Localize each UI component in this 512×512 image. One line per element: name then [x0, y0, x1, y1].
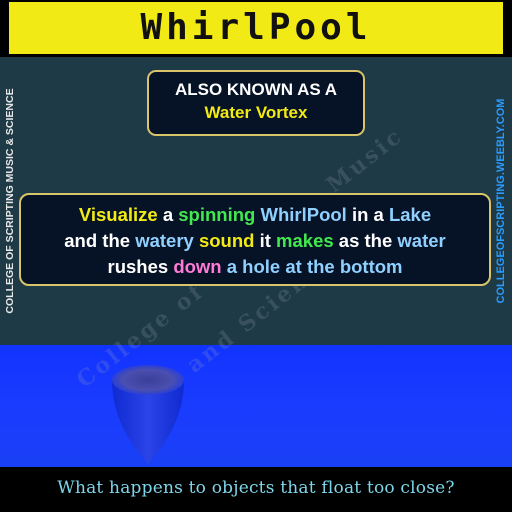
- description-segment: it: [259, 230, 277, 251]
- description-line-2: and the watery sound it makes as the wat…: [21, 228, 489, 254]
- description-segment: as the: [338, 230, 398, 251]
- footer-bar: What happens to objects that float too c…: [0, 467, 512, 512]
- water-area: [0, 345, 512, 467]
- description-segment: a: [162, 204, 179, 225]
- description-segment: WhirlPool: [260, 204, 352, 225]
- description-segment: rushes: [107, 256, 174, 277]
- side-caption-right: COLLEGEOFSCRIPTING.WEEBLY.COM: [492, 57, 510, 345]
- description-segment: and the: [64, 230, 136, 251]
- description-segment: watery: [135, 230, 199, 251]
- footer-question: What happens to objects that float too c…: [57, 478, 455, 498]
- header-bar: WhirlPool: [0, 0, 512, 57]
- side-caption-right-text: COLLEGEOFSCRIPTING.WEEBLY.COM: [495, 98, 507, 304]
- description-segment: water: [397, 230, 446, 251]
- aka-box: ALSO KNOWN AS A Water Vortex: [147, 70, 365, 136]
- side-caption-left-text: COLLEGE OF SCRIPTING MUSIC & SCIENCE: [4, 88, 16, 314]
- description-segment: a hole at the bottom: [226, 256, 403, 277]
- description-segment: down: [173, 256, 227, 277]
- description-line-1: Visualize a spinning WhirlPool in a Lake: [21, 202, 489, 228]
- description-box: Visualize a spinning WhirlPool in a Lake…: [19, 193, 491, 286]
- description-segment: Lake: [388, 204, 432, 225]
- description-segment: Visualize: [78, 204, 163, 225]
- aka-value: Water Vortex: [204, 103, 308, 122]
- description-segment: sound: [198, 230, 260, 251]
- description-line-3: rushes down a hole at the bottom: [21, 254, 489, 280]
- page-title: WhirlPool: [140, 7, 372, 48]
- title-banner: WhirlPool: [9, 2, 503, 54]
- side-caption-left: COLLEGE OF SCRIPTING MUSIC & SCIENCE: [1, 57, 19, 345]
- aka-label: ALSO KNOWN AS A: [174, 80, 338, 99]
- whirlpool-funnel-icon: [112, 365, 184, 464]
- description-segment: in a: [351, 204, 389, 225]
- description-segment: makes: [276, 230, 339, 251]
- description-segment: spinning: [178, 204, 261, 225]
